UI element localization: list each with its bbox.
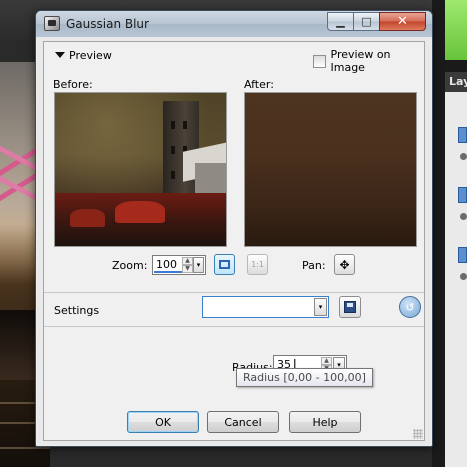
layer-thumbnail[interactable] (458, 127, 467, 143)
canvas-decoration (0, 447, 50, 449)
zoom-dropdown-button[interactable]: ▾ (193, 257, 204, 273)
preview-red-foliage (70, 209, 105, 227)
preview-panel: Preview Preview on Image Before: After: (44, 42, 424, 292)
layers-panel-tab[interactable]: Lay (445, 72, 467, 92)
cancel-button[interactable]: Cancel (207, 411, 279, 433)
pan-label: Pan: (302, 259, 326, 272)
preview-window (171, 121, 175, 129)
radius-tooltip: Radius [0,00 - 100,00] (236, 368, 373, 387)
save-icon (344, 301, 356, 313)
resize-grip[interactable] (413, 429, 423, 439)
after-preview-image[interactable] (244, 92, 417, 247)
preview-window (183, 121, 187, 129)
fit-icon (219, 260, 230, 269)
spin-up-icon[interactable]: ▲ (182, 257, 193, 265)
preview-red-foliage (115, 201, 165, 223)
settings-dropdown-arrow[interactable]: ▾ (314, 298, 327, 316)
layer-thumbnail[interactable] (458, 247, 467, 263)
title-bar[interactable]: Gaussian Blur ▁ □ ✕ (36, 11, 432, 37)
spin-down-icon[interactable]: ▼ (182, 265, 193, 273)
save-preset-button[interactable] (339, 296, 361, 318)
zoom-input[interactable]: 100 ▲ ▼ ▾ (152, 255, 206, 275)
layer-visibility-icon[interactable] (460, 153, 467, 160)
settings-label: Settings (54, 304, 100, 317)
preview-on-image-option[interactable]: Preview on Image (313, 48, 424, 74)
preview-toggle[interactable]: Preview (55, 49, 112, 62)
minimize-button[interactable]: ▁ (327, 12, 354, 31)
preview-window (171, 171, 175, 179)
spin-up-icon[interactable]: ▲ (321, 357, 332, 365)
layer-thumbnail[interactable] (458, 187, 467, 203)
layer-visibility-icon[interactable] (460, 213, 467, 220)
background-color-swatch (445, 0, 467, 60)
preview-on-image-checkbox[interactable] (313, 54, 326, 68)
close-button[interactable]: ✕ (379, 12, 426, 31)
ok-button[interactable]: OK (127, 411, 199, 433)
zoom-label: Zoom: (112, 259, 148, 272)
pan-button[interactable]: ✥ (334, 254, 355, 275)
zoom-slider-indicator[interactable] (154, 271, 182, 273)
preview-toggle-label: Preview (69, 49, 112, 62)
collapse-triangle-icon (55, 52, 65, 58)
settings-dropdown[interactable]: ▾ (202, 296, 329, 318)
window-title: Gaussian Blur (66, 17, 149, 31)
help-button[interactable]: Help (289, 411, 361, 433)
app-icon (44, 16, 60, 31)
after-label: After: (244, 78, 274, 91)
gaussian-blur-dialog: Gaussian Blur ▁ □ ✕ Preview Preview on I… (35, 10, 433, 447)
layer-visibility-icon[interactable] (460, 273, 467, 280)
zoom-value: 100 (156, 258, 177, 271)
divider (44, 326, 424, 327)
dialog-client-area: Preview Preview on Image Before: After: (43, 41, 425, 441)
maximize-button[interactable]: □ (353, 12, 380, 31)
settings-row: Settings ▾ ↺ (44, 293, 424, 326)
preview-window (171, 146, 175, 154)
before-preview-image[interactable] (54, 92, 227, 247)
before-label: Before: (53, 78, 93, 91)
zoom-spinner[interactable]: ▲ ▼ (182, 257, 193, 273)
actual-size-button[interactable]: 1:1 (247, 254, 268, 275)
preview-on-image-label: Preview on Image (330, 48, 391, 74)
zoom-to-fit-button[interactable] (214, 254, 235, 275)
reset-button[interactable]: ↺ (399, 296, 421, 318)
